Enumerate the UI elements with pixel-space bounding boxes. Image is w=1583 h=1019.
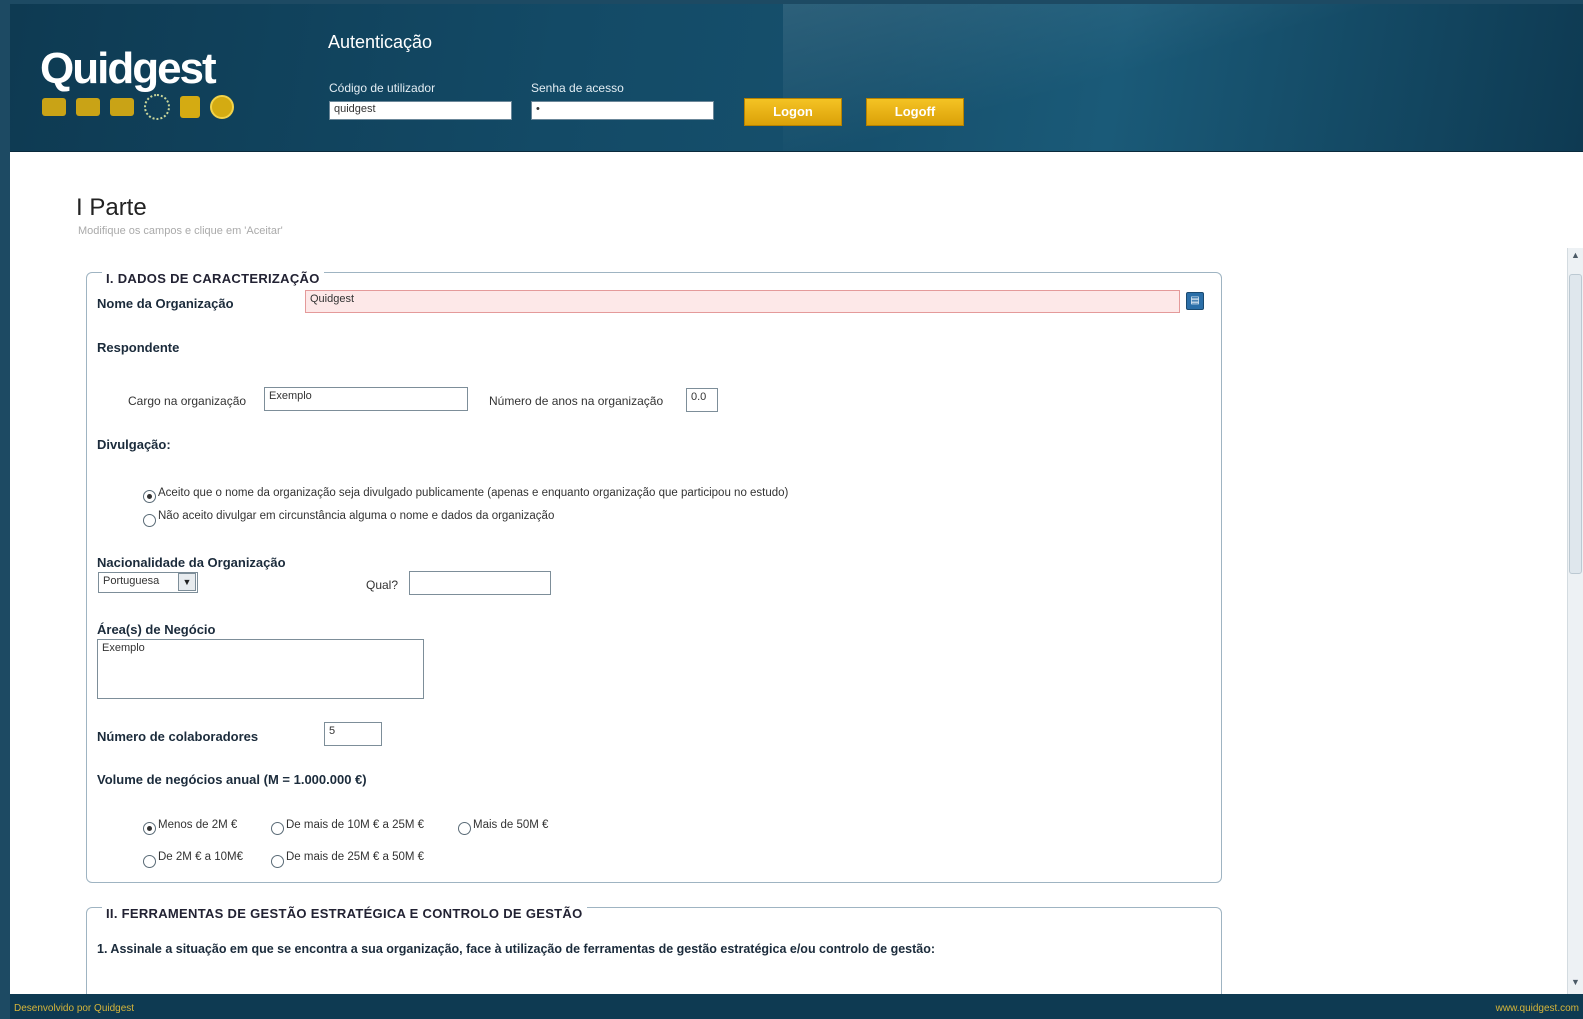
role-label: Cargo na organização: [128, 394, 247, 408]
volume-radio-2-10m[interactable]: [143, 855, 156, 868]
disclosure-accept-label: Aceito que o nome da organização seja di…: [158, 487, 789, 499]
org-name-label: Nome da Organização: [97, 296, 234, 311]
scroll-up-icon[interactable]: ▲: [1568, 250, 1583, 265]
product-icon: [110, 98, 134, 116]
years-label: Número de anos na organização: [489, 394, 664, 408]
disclosure-decline-radio[interactable]: [143, 514, 156, 527]
section1-legend: I. DADOS DE CARACTERIZAÇÃO: [102, 271, 324, 286]
password-input[interactable]: •: [531, 101, 714, 120]
volume-radio-gt50m[interactable]: [458, 822, 471, 835]
which-input[interactable]: [409, 571, 551, 595]
product-icon: [76, 98, 100, 116]
product-icon: [144, 94, 170, 120]
header-decoration: [783, 4, 1583, 151]
section-caracterizacao: [86, 272, 1222, 883]
nationality-label: Nacionalidade da Organização: [97, 555, 286, 570]
user-input[interactable]: quidgest: [329, 101, 512, 120]
employees-label: Número de colaboradores: [97, 729, 259, 744]
user-label: Código de utilizador: [329, 81, 436, 95]
product-icon: [210, 95, 234, 119]
product-icon: [42, 98, 66, 116]
business-textarea[interactable]: Exemplo: [97, 639, 424, 699]
password-label: Senha de acesso: [531, 81, 624, 95]
header: Quidgest Autenticação Código de utilizad…: [10, 4, 1583, 152]
lookup-icon[interactable]: ▤: [1186, 292, 1204, 310]
footer-credit: Desenvolvido por Quidgest: [14, 1003, 135, 1014]
disclosure-decline-label: Não aceito divulgar em circunstância alg…: [158, 510, 555, 522]
app-frame: Quidgest Autenticação Código de utilizad…: [10, 4, 1583, 1019]
logon-button[interactable]: Logon: [744, 98, 842, 126]
scroll-thumb[interactable]: [1569, 274, 1582, 574]
product-icon: [180, 96, 200, 118]
volume-radio-lt2m[interactable]: [143, 822, 156, 835]
years-input[interactable]: 0.0: [686, 388, 718, 412]
volume-label-2-10m: De 2M € a 10M€: [158, 851, 244, 863]
volume-label-10-25m: De mais de 10M € a 25M €: [286, 819, 425, 831]
logo-icons: [42, 94, 234, 120]
respondent-label: Respondente: [97, 340, 180, 355]
volume-label-gt50m: Mais de 50M €: [473, 819, 549, 831]
question1-label: 1. Assinale a situação em que se encontr…: [97, 942, 936, 956]
nationality-value: Portuguesa: [103, 575, 160, 587]
business-label: Área(s) de Negócio: [97, 622, 216, 637]
footer-link[interactable]: www.quidgest.com: [1496, 1003, 1579, 1014]
role-input[interactable]: Exemplo: [264, 387, 468, 411]
org-name-input[interactable]: Quidgest: [305, 290, 1180, 313]
volume-radio-10-25m[interactable]: [271, 822, 284, 835]
footer: Desenvolvido por Quidgest www.quidgest.c…: [10, 994, 1583, 1019]
which-label: Qual?: [366, 578, 399, 592]
disclosure-accept-radio[interactable]: [143, 490, 156, 503]
page-subtitle: Modifique os campos e clique em 'Aceitar…: [78, 225, 283, 237]
volume-radio-25-50m[interactable]: [271, 855, 284, 868]
logo: Quidgest: [40, 44, 217, 93]
employees-input[interactable]: 5: [324, 722, 382, 746]
scroll-down-icon[interactable]: ▼: [1568, 977, 1583, 992]
auth-title: Autenticação: [328, 32, 433, 52]
disclosure-label: Divulgação:: [97, 437, 171, 452]
chevron-down-icon[interactable]: ▼: [178, 573, 196, 591]
volume-label: Volume de negócios anual (M = 1.000.000 …: [97, 772, 367, 787]
section2-legend: II. FERRAMENTAS DE GESTÃO ESTRATÉGICA E …: [102, 906, 587, 921]
logoff-button[interactable]: Logoff: [866, 98, 964, 126]
page-title: I Parte: [76, 194, 147, 221]
volume-label-25-50m: De mais de 25M € a 50M €: [286, 851, 425, 863]
vertical-scrollbar[interactable]: ▲ ▼: [1567, 248, 1583, 994]
volume-label-lt2m: Menos de 2M €: [158, 819, 238, 831]
